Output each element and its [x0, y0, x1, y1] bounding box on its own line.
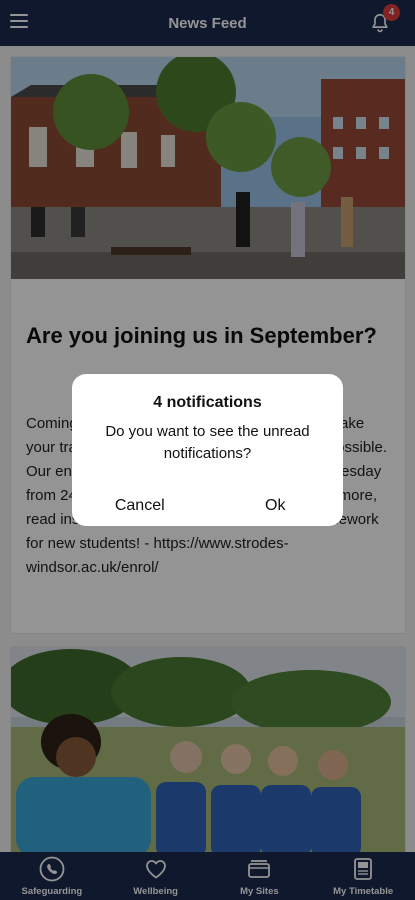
- dialog-title: 4 notifications: [153, 394, 262, 411]
- dialog-message: Do you want to see the unread notificati…: [105, 423, 310, 462]
- notifications-dialog: 4 notifications Do you want to see the u…: [72, 374, 343, 526]
- ok-button[interactable]: Ok: [208, 485, 344, 526]
- dialog-buttons: Cancel Ok: [72, 485, 343, 526]
- cancel-button[interactable]: Cancel: [72, 485, 208, 526]
